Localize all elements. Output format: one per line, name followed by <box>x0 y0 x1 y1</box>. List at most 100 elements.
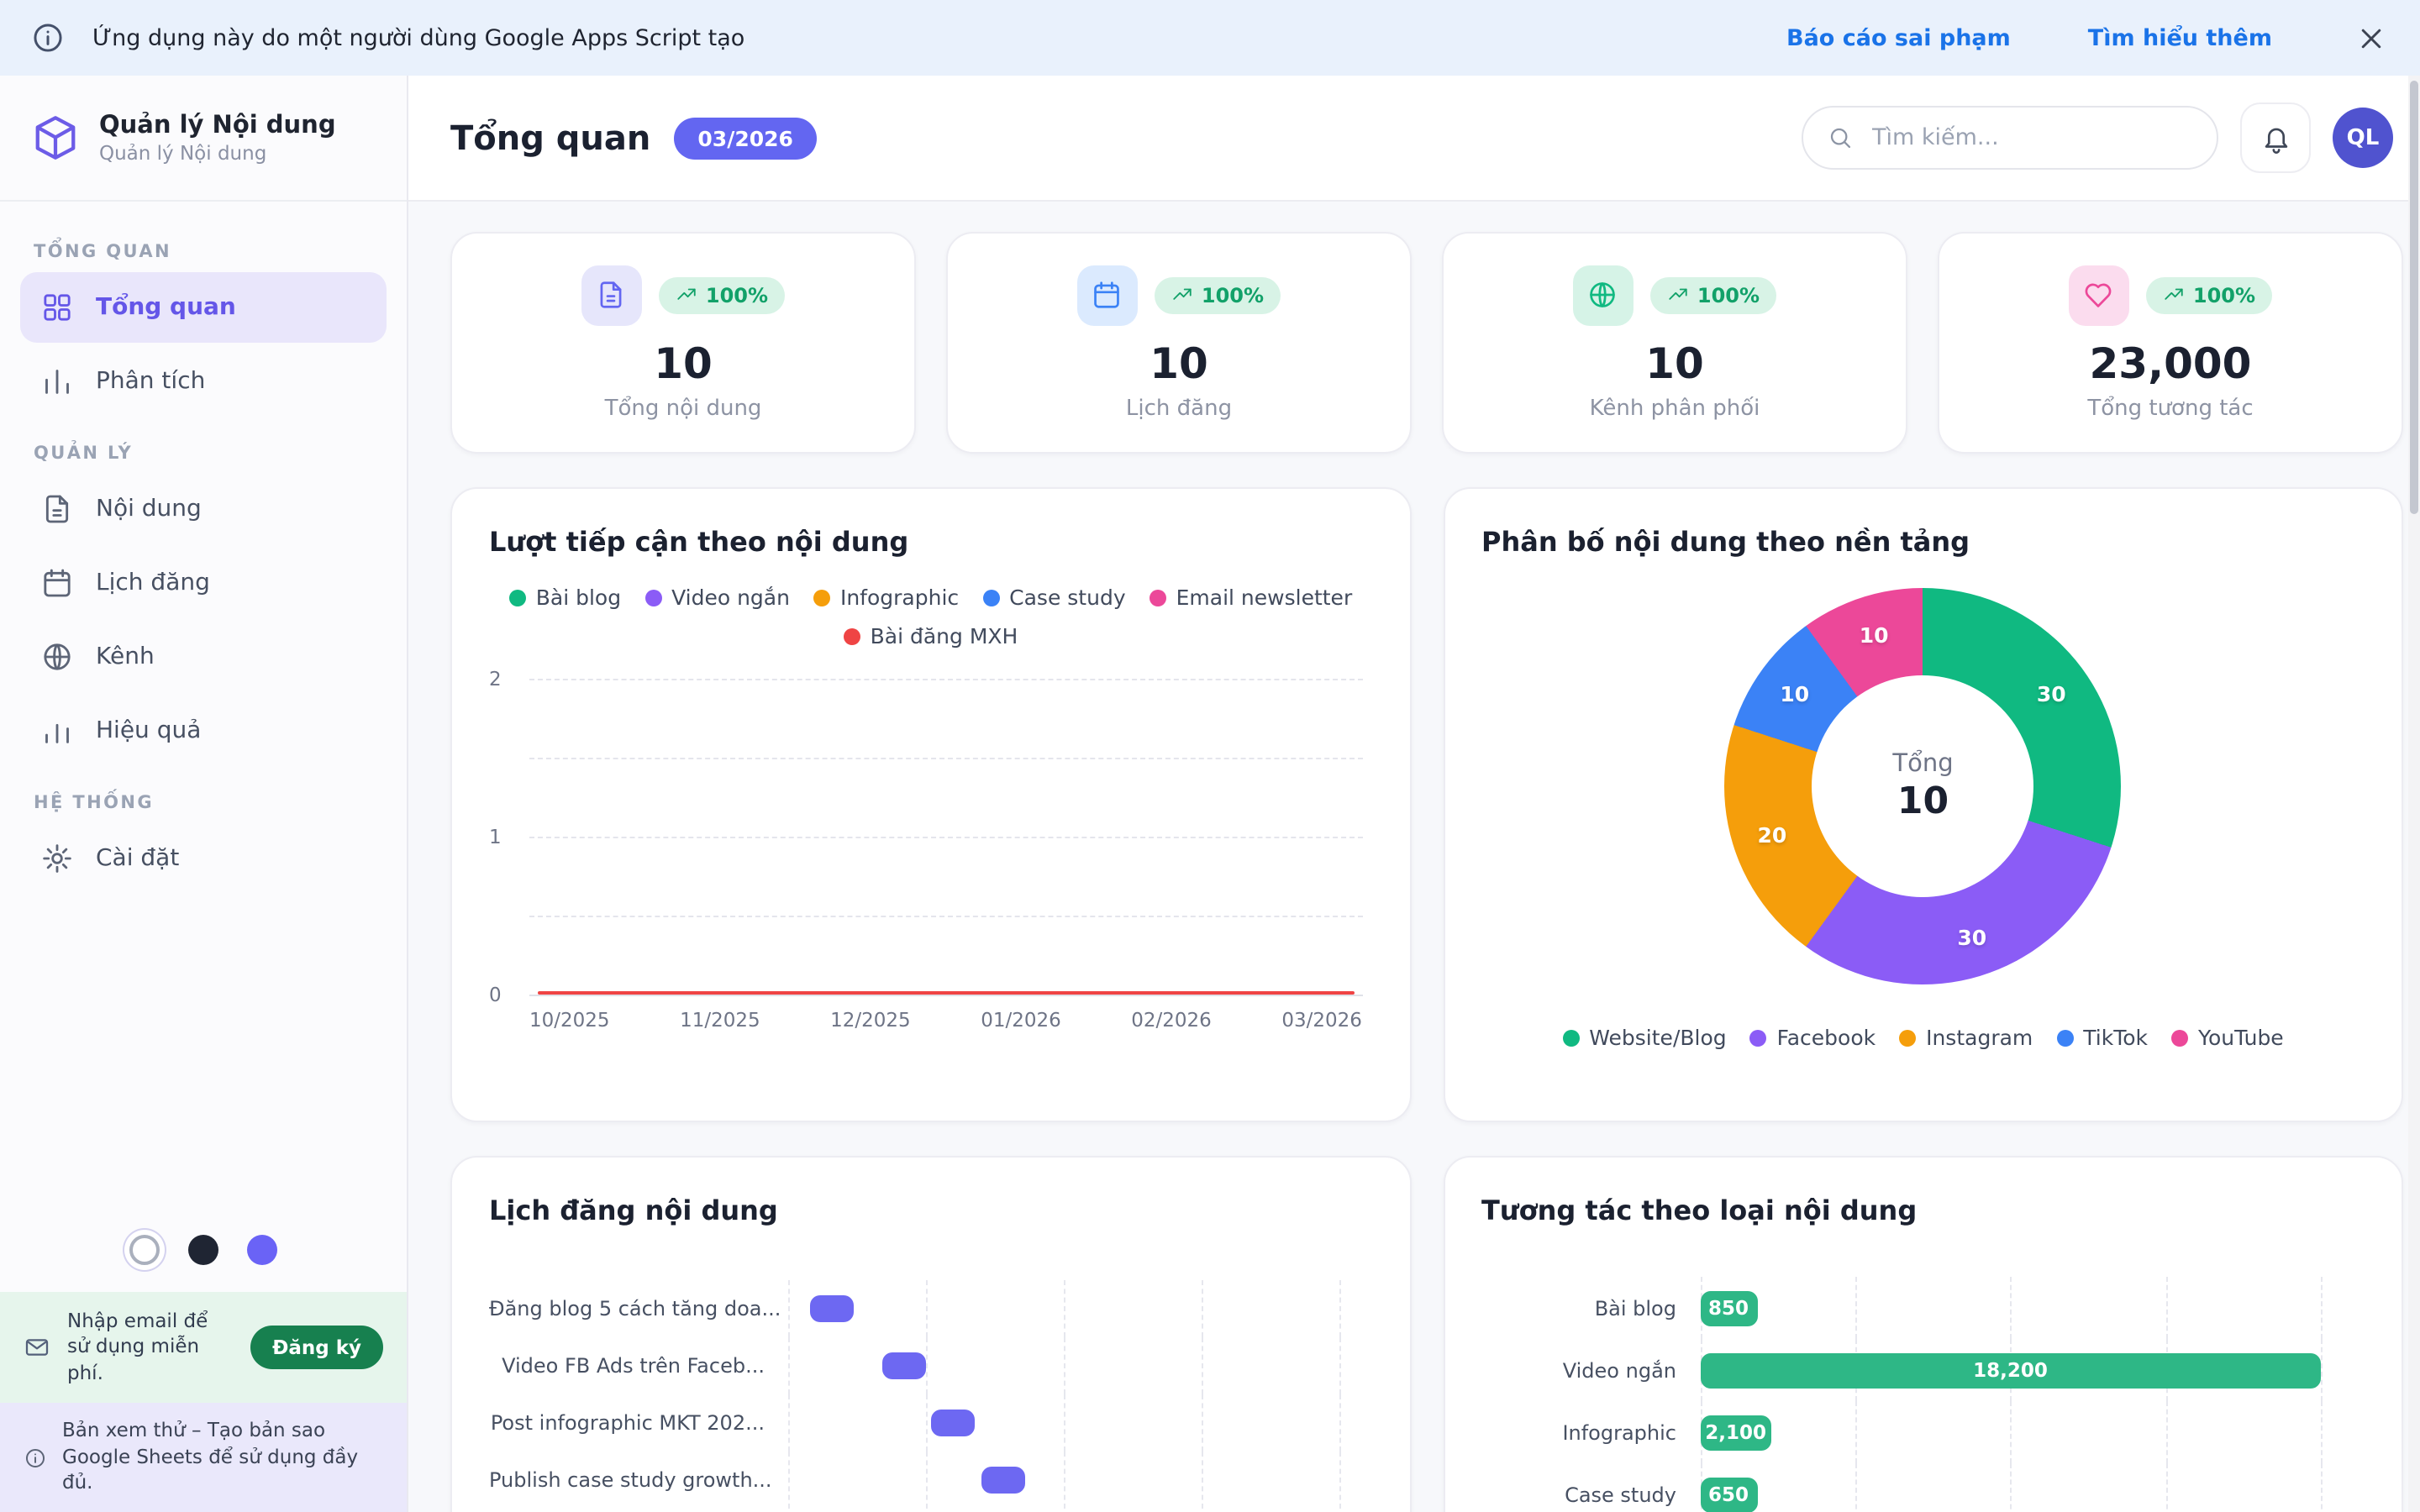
legend-dot <box>813 589 830 606</box>
gridline <box>2011 1401 2012 1463</box>
donut-center-label: Tổng <box>1892 750 1953 777</box>
sidebar-item-label: Cài đặt <box>96 845 179 872</box>
page-title: Tổng quan <box>450 118 650 158</box>
x-axis-labels: 10/202511/202512/202501/202602/202603/20… <box>529 1008 1362 1032</box>
legend-dot <box>982 589 999 606</box>
x-tick-label: 01/2026 <box>981 1008 1061 1032</box>
app-subtitle: Quản lý Nội dung <box>99 141 336 165</box>
report-abuse-link[interactable]: Báo cáo sai phạm <box>1786 24 2011 51</box>
legend-dot <box>1150 589 1166 606</box>
task-label: Publish case study growth... <box>489 1468 788 1492</box>
legend-dot <box>1562 1029 1579 1046</box>
stat-card: 100% 10 Lịch đăng <box>946 232 1412 454</box>
stat-card: 100% 10 Kênh phân phối <box>1442 232 1907 454</box>
stat-card: 100% 23,000 Tổng tương tác <box>1938 232 2403 454</box>
legend-item[interactable]: Infographic <box>813 585 959 610</box>
donut-center-value: 10 <box>1897 780 1949 822</box>
legend-item[interactable]: Facebook <box>1750 1025 1876 1050</box>
y-axis: 210 <box>489 679 529 995</box>
sidebar-item-label: Tổng quan <box>96 294 236 321</box>
stat-value: 10 <box>654 339 713 387</box>
x-tick-label: 02/2026 <box>1131 1008 1212 1032</box>
legend-item[interactable]: Case study <box>982 585 1125 610</box>
bottom-charts-row: Lịch đăng nội dung Đăng blog 5 cách tăng… <box>450 1156 2403 1512</box>
sidebar-item-cai-dat[interactable]: Cài đặt <box>20 823 387 894</box>
trial-note-text: Bản xem thử – Tạo bản sao Google Sheets … <box>62 1419 383 1497</box>
legend-label: Bài blog <box>536 585 621 610</box>
period-badge: 03/2026 <box>674 117 817 159</box>
legend-item[interactable]: TikTok <box>2056 1025 2148 1050</box>
stats-row: 100% 10 Tổng nội dung <box>450 232 2403 454</box>
gridline <box>529 758 1362 759</box>
legend-item[interactable]: Video ngắn <box>644 585 790 610</box>
task-label: Video FB Ads trên Faceb... <box>489 1354 788 1378</box>
signup-button[interactable]: Đăng ký <box>250 1326 383 1369</box>
scrollbar-thumb[interactable] <box>2410 81 2418 514</box>
schedule-gantt-card: Lịch đăng nội dung Đăng blog 5 cách tăng… <box>450 1156 1411 1512</box>
bar-row: Video ngắn18,200 <box>1481 1339 2365 1401</box>
mail-icon <box>24 1334 50 1361</box>
gridline <box>529 837 1362 838</box>
notifications-button[interactable] <box>2240 102 2311 173</box>
gridline <box>788 1280 790 1337</box>
legend-item[interactable]: Instagram <box>1899 1025 2033 1050</box>
stat-card: 100% 10 Tổng nội dung <box>450 232 916 454</box>
app-title: Quản lý Nội dung <box>99 111 336 141</box>
gantt-bar <box>981 1467 1024 1494</box>
sidebar-item-tong-quan[interactable]: Tổng quan <box>20 272 387 343</box>
line-chart-legend: Bài blog Video ngắn Infographic Case study E… <box>489 585 1372 648</box>
gridline <box>1064 1452 1065 1509</box>
gantt-track <box>788 1337 1339 1394</box>
sidebar-item-hieu-qua[interactable]: Hiệu quả <box>20 696 387 766</box>
gridline <box>1201 1394 1202 1452</box>
bar-chart-icon <box>40 365 74 398</box>
trend-badge: 100% <box>2146 276 2272 313</box>
sidebar-item-kenh[interactable]: Kênh <box>20 622 387 692</box>
category-label: Infographic <box>1481 1420 1700 1444</box>
gridline <box>1339 1280 1340 1337</box>
legend-dot <box>1750 1029 1767 1046</box>
legend-item[interactable]: Email newsletter <box>1150 585 1353 610</box>
gridline <box>1339 1337 1340 1394</box>
gantt-row: Post infographic MKT 202... <box>489 1394 1372 1452</box>
x-axis-line <box>529 995 1362 996</box>
sidebar-item-lich-dang[interactable]: Lịch đăng <box>20 548 387 618</box>
gridline <box>529 679 1362 680</box>
slice-value-label: 30 <box>2037 680 2066 706</box>
globe-icon <box>1573 265 1634 325</box>
calendar-icon <box>1077 265 1138 325</box>
x-tick-label: 11/2025 <box>680 1008 760 1032</box>
search-box[interactable] <box>1802 106 2218 170</box>
gridline <box>1201 1452 1202 1509</box>
bar-track: 2,100 <box>1700 1401 2321 1463</box>
sidebar-item-noi-dung[interactable]: Nội dung <box>20 474 387 544</box>
calendar-icon <box>40 566 74 600</box>
theme-dot-light[interactable] <box>129 1235 160 1265</box>
legend-item[interactable]: Website/Blog <box>1562 1025 1726 1050</box>
apps-script-banner: Ứng dụng này do một người dùng Google Ap… <box>0 0 2420 76</box>
bar-track: 650 <box>1700 1463 2321 1512</box>
close-icon[interactable] <box>2356 23 2386 53</box>
avatar[interactable]: QL <box>2333 108 2393 168</box>
theme-dot-dark[interactable] <box>188 1235 218 1265</box>
learn-more-link[interactable]: Tìm hiểu thêm <box>2088 24 2272 51</box>
sidebar-item-label: Kênh <box>96 643 155 670</box>
trend-badge: 100% <box>1650 276 1776 313</box>
sidebar-item-phan-tich[interactable]: Phân tích <box>20 346 387 417</box>
app-root: Ứng dụng này do một người dùng Google Ap… <box>0 0 2420 1512</box>
legend-dot <box>2056 1029 2073 1046</box>
theme-dot-purple[interactable] <box>247 1235 277 1265</box>
category-label: Bài blog <box>1481 1296 1700 1320</box>
value-bar: 2,100 <box>1700 1415 1771 1450</box>
trend-badge: 100% <box>659 276 785 313</box>
legend-item[interactable]: Bài blog <box>509 585 621 610</box>
dashboard-grid-icon <box>40 291 74 324</box>
gridline <box>2011 1277 2012 1339</box>
document-icon <box>40 492 74 526</box>
legend-item[interactable]: Bài đăng MXH <box>844 623 1018 648</box>
scrollbar <box>2408 76 2420 1512</box>
y-tick-label: 0 <box>489 983 502 1006</box>
search-input[interactable] <box>1869 123 2193 153</box>
legend-label: Website/Blog <box>1589 1025 1726 1050</box>
legend-item[interactable]: YouTube <box>2171 1025 2284 1050</box>
